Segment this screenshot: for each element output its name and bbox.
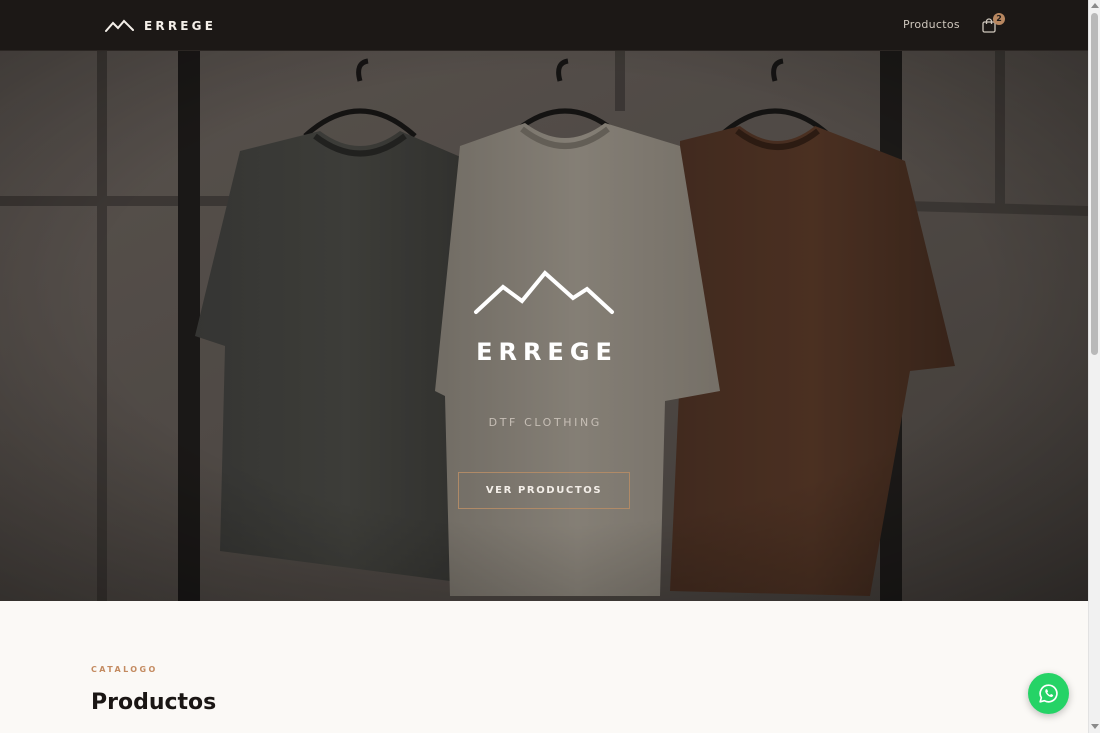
catalog-title: Productos [91, 690, 217, 715]
mountain-logo-icon [105, 19, 134, 32]
cart-count-badge: 2 [993, 13, 1005, 25]
scroll-down-arrow-icon[interactable] [1091, 724, 1099, 729]
site-header: ERREGE Productos 2 [0, 0, 1088, 51]
mountain-logo-icon [474, 270, 614, 314]
whatsapp-chat-button[interactable] [1028, 673, 1069, 714]
catalog-eyebrow: CATALOGO [91, 665, 158, 674]
vertical-scrollbar[interactable] [1088, 0, 1100, 733]
scrollbar-thumb[interactable] [1091, 13, 1098, 355]
view-products-button[interactable]: VER PRODUCTOS [458, 472, 630, 509]
nav-link-productos[interactable]: Productos [903, 18, 960, 32]
hero-dark-overlay [0, 51, 1088, 601]
page: ERREGE Productos 2 ERREGE DTF CLOTHING V… [0, 0, 1088, 733]
hero-brand-title: ERREGE [476, 338, 618, 366]
brand-home-link[interactable]: ERREGE [105, 18, 216, 34]
whatsapp-icon [1039, 684, 1058, 703]
cart-button[interactable]: 2 [982, 13, 1006, 36]
scroll-up-arrow-icon[interactable] [1091, 3, 1099, 8]
hero-tagline: DTF CLOTHING [488, 416, 602, 429]
hero-section: ERREGE DTF CLOTHING VER PRODUCTOS [0, 51, 1088, 601]
brand-name: ERREGE [144, 19, 217, 33]
